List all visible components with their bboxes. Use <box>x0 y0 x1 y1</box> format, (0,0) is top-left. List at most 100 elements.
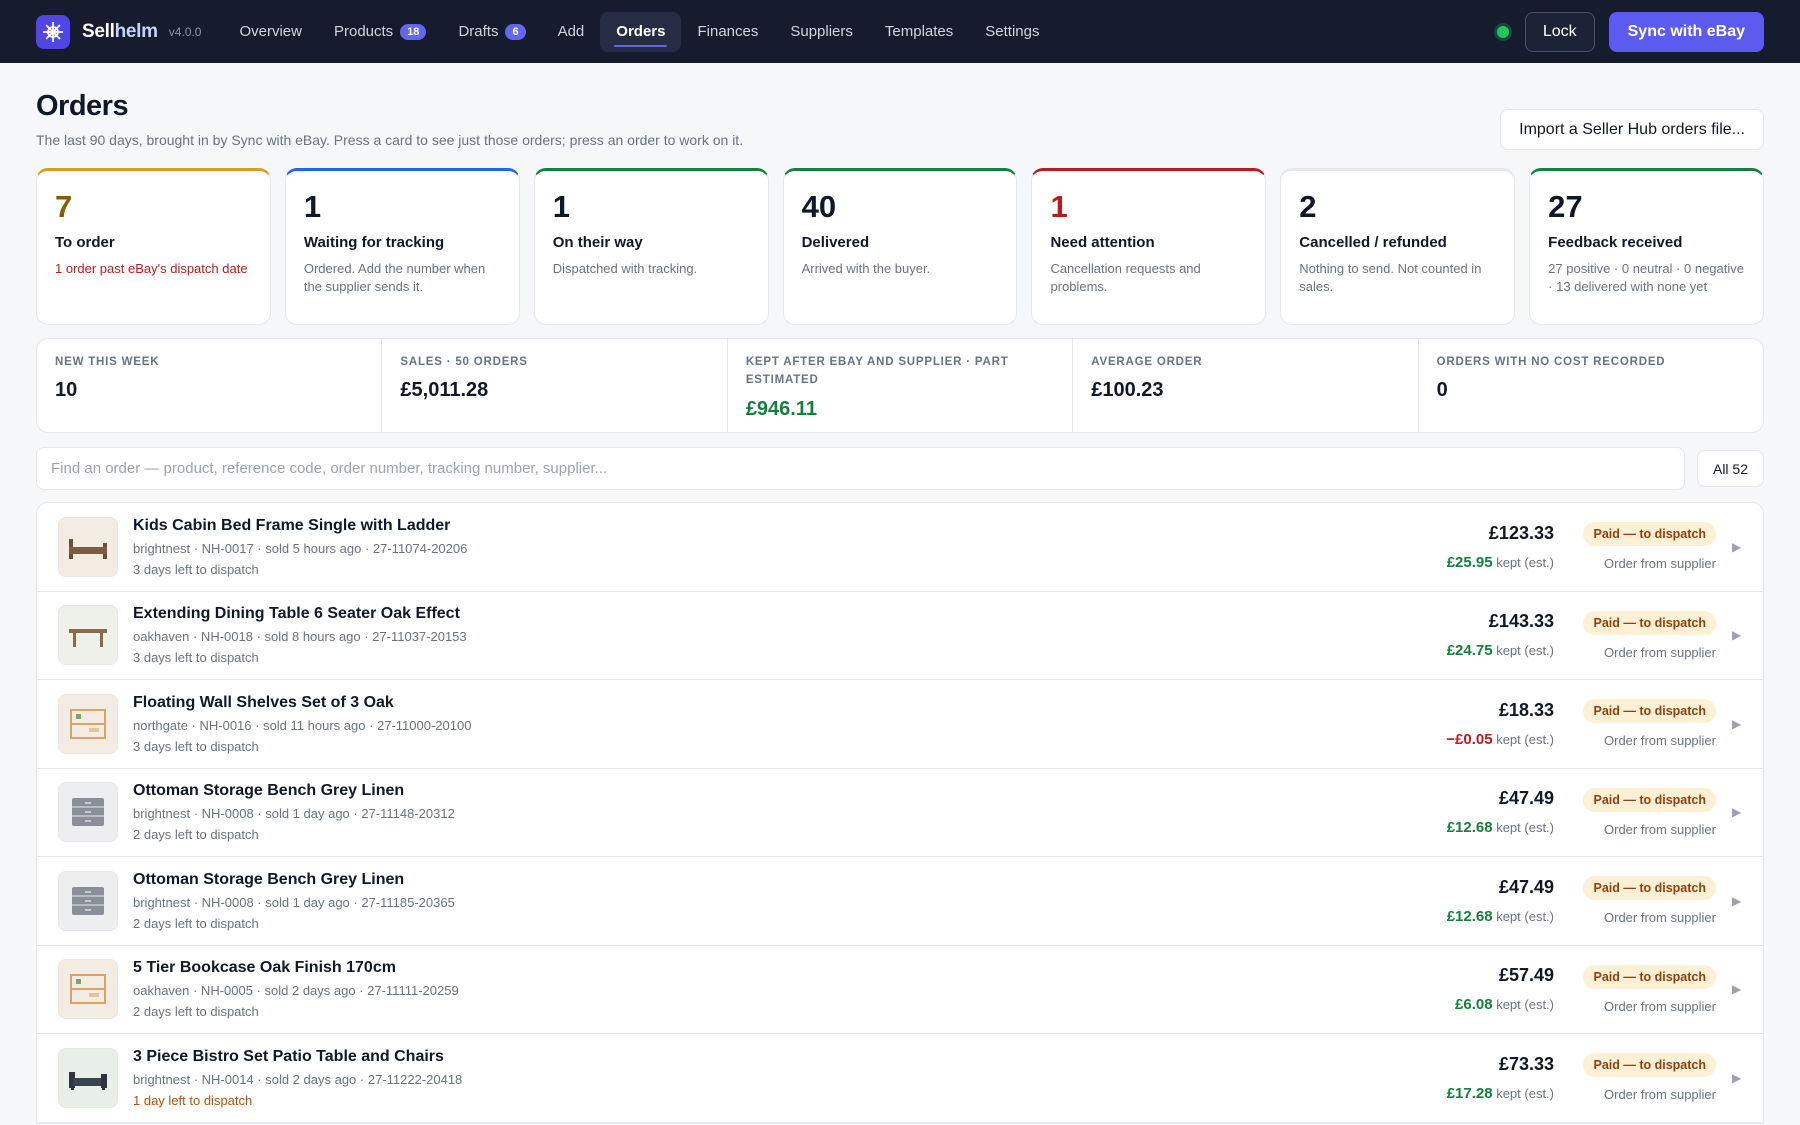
next-step-text: Order from supplier <box>1604 733 1716 749</box>
status-card-to-order[interactable]: 7 To order 1 order past eBay's dispatch da… <box>36 168 271 325</box>
summary-value: £946.11 <box>745 397 818 420</box>
card-count: 27 <box>1548 189 1583 224</box>
nav-item-suppliers[interactable]: Suppliers <box>774 12 869 52</box>
nav-item-label: Overview <box>239 23 302 40</box>
order-row[interactable]: 3 Piece Bistro Set Patio Table and Chair… <box>37 1034 1763 1123</box>
order-price: £73.33 <box>1498 1053 1554 1074</box>
order-meta: oakhaven · NH-0005 · sold 2 days ago · 2… <box>133 983 459 999</box>
order-row[interactable]: Extending Dining Table 6 Seater Oak Effe… <box>37 592 1763 680</box>
next-step-text: Order from supplier <box>1604 1087 1716 1103</box>
card-label: Feedback received <box>1548 234 1683 251</box>
summary-label: NEW THIS WEEK <box>55 356 160 368</box>
order-row[interactable]: Ottoman Storage Bench Grey Linen brightne… <box>37 857 1763 946</box>
nav-item-overview[interactable]: Overview <box>223 12 318 52</box>
card-description: Nothing to send. Not counted in sales. <box>1299 261 1482 295</box>
card-count: 40 <box>801 189 837 224</box>
order-row[interactable]: Kids Cabin Bed Frame Single with Ladder b… <box>37 503 1763 592</box>
chevron-right-icon: ▶ <box>1732 716 1742 731</box>
order-title: Ottoman Storage Bench Grey Linen <box>133 870 405 888</box>
next-step-text: Order from supplier <box>1604 910 1716 926</box>
kept-suffix: kept (est.) <box>1496 731 1554 747</box>
status-badge: Paid — to dispatch <box>1583 964 1716 989</box>
next-step-text: Order from supplier <box>1604 821 1716 837</box>
nav-item-finances[interactable]: Finances <box>681 12 774 52</box>
dispatch-deadline: 2 days left to dispatch <box>133 827 259 843</box>
drawers-icon <box>58 870 118 931</box>
order-price: £18.33 <box>1498 699 1554 720</box>
next-step-text: Order from supplier <box>1604 644 1716 660</box>
status-badge: Paid — to dispatch <box>1583 1053 1716 1078</box>
chevron-right-icon: ▶ <box>1732 628 1742 643</box>
bed-icon <box>58 516 118 577</box>
dispatch-deadline: 2 days left to dispatch <box>133 915 259 931</box>
summary-label: AVERAGE ORDER <box>1091 356 1203 368</box>
kept-amount: £12.68 <box>1446 907 1493 925</box>
chevron-right-icon: ▶ <box>1732 805 1742 820</box>
summary-value: £100.23 <box>1091 379 1164 402</box>
kept-suffix: kept (est.) <box>1496 554 1554 570</box>
order-title: Ottoman Storage Bench Grey Linen <box>133 782 405 800</box>
status-card-feedback-received[interactable]: 27 Feedback received 27 positive · 0 neutr… <box>1529 168 1765 325</box>
nav-item-settings[interactable]: Settings <box>969 12 1055 52</box>
order-row[interactable]: Ottoman Storage Bench Grey Linen brightne… <box>37 769 1763 857</box>
card-count: 1 <box>552 189 570 224</box>
status-card-on-their-way[interactable]: 1 On their way Dispatched with tracking. <box>533 168 769 325</box>
kept-suffix: kept (est.) <box>1496 1085 1554 1101</box>
order-row[interactable]: 5 Tier Bookcase Oak Finish 170cm oakhaven… <box>37 946 1763 1034</box>
nav-item-products[interactable]: Products 18 <box>318 12 442 52</box>
summary-label: KEPT AFTER EBAY AND SUPPLIER · PART ESTI… <box>745 356 1009 387</box>
nav-item-label: Orders <box>616 23 666 40</box>
status-badge: Paid — to dispatch <box>1583 876 1716 901</box>
nav-item-drafts[interactable]: Drafts 6 <box>442 12 541 52</box>
filter-all-button[interactable]: All 52 <box>1697 450 1764 487</box>
top-nav-bar: Sellhelm v4.0.0 Overview Products 18 Drafts… <box>0 0 1800 63</box>
next-step-text: Order from supplier <box>1604 998 1716 1014</box>
card-description: 27 positive · 0 neutral · 0 negative · 1… <box>1548 261 1744 295</box>
kept-suffix: kept (est.) <box>1496 997 1554 1013</box>
card-count: 1 <box>303 189 322 224</box>
card-count: 1 <box>1050 189 1068 224</box>
nav-item-add[interactable]: Add <box>542 12 601 52</box>
order-price: £47.49 <box>1498 876 1554 897</box>
status-card-need-attention[interactable]: 1 Need attention Cancellation requests and… <box>1031 168 1267 325</box>
sofa-icon <box>58 1047 118 1108</box>
summary-label: ORDERS WITH NO COST RECORDED <box>1436 356 1666 368</box>
order-price: £47.49 <box>1498 788 1554 809</box>
status-card-cancelled-refunded[interactable]: 2 Cancelled / refunded Nothing to send. No… <box>1280 168 1516 325</box>
card-description: Arrived with the buyer. <box>801 261 931 276</box>
status-card-delivered[interactable]: 40 Delivered Arrived with the buyer. <box>782 168 1018 325</box>
kept-amount: £17.28 <box>1446 1084 1493 1102</box>
nav-item-label: Add <box>557 23 585 40</box>
card-description: Dispatched with tracking. <box>552 261 698 276</box>
kept-amount: £12.68 <box>1446 819 1493 837</box>
drawers-icon <box>58 782 118 843</box>
chevron-right-icon: ▶ <box>1732 1070 1742 1085</box>
kept-suffix: kept (est.) <box>1496 643 1554 659</box>
next-step-text: Order from supplier <box>1604 556 1716 572</box>
nav-count-badge: 18 <box>400 23 427 40</box>
order-row[interactable]: Floating Wall Shelves Set of 3 Oak northg… <box>37 680 1763 769</box>
helm-logo-icon[interactable] <box>36 14 70 49</box>
order-title: Extending Dining Table 6 Seater Oak Effe… <box>133 605 460 623</box>
import-orders-button[interactable]: Import a Seller Hub orders file... <box>1500 109 1764 150</box>
status-cards: 7 To order 1 order past eBay's dispatch da… <box>36 168 1765 325</box>
nav-item-orders[interactable]: Orders <box>600 11 682 52</box>
sync-ebay-button[interactable]: Sync with eBay <box>1608 11 1764 52</box>
nav-item-label: Drafts <box>458 23 499 40</box>
summary-new-this-week: NEW THIS WEEK 10 <box>37 339 383 432</box>
sales-summary: NEW THIS WEEK 10 SALES · 50 ORDERS £5,011.2… <box>36 338 1764 433</box>
order-price: £123.33 <box>1488 522 1554 543</box>
app-name[interactable]: Sellhelm <box>82 21 158 43</box>
status-card-waiting-for-tracking[interactable]: 1 Waiting for tracking Ordered. Add the nu… <box>284 168 520 325</box>
card-label: Need attention <box>1050 234 1155 251</box>
card-label: Waiting for tracking <box>303 234 445 251</box>
kept-amount: −£0.05 <box>1446 730 1493 748</box>
lock-button[interactable]: Lock <box>1524 11 1595 52</box>
status-badge: Paid — to dispatch <box>1583 787 1716 812</box>
nav-item-templates[interactable]: Templates <box>869 12 969 52</box>
card-description: Cancellation requests and problems. <box>1050 261 1201 295</box>
summary-value: £5,011.28 <box>400 379 489 402</box>
order-search-input[interactable] <box>36 447 1685 490</box>
kept-suffix: kept (est.) <box>1496 908 1554 924</box>
summary-kept-after-ebay-and-supplier-part-estimated: KEPT AFTER EBAY AND SUPPLIER · PART ESTI… <box>728 339 1074 432</box>
